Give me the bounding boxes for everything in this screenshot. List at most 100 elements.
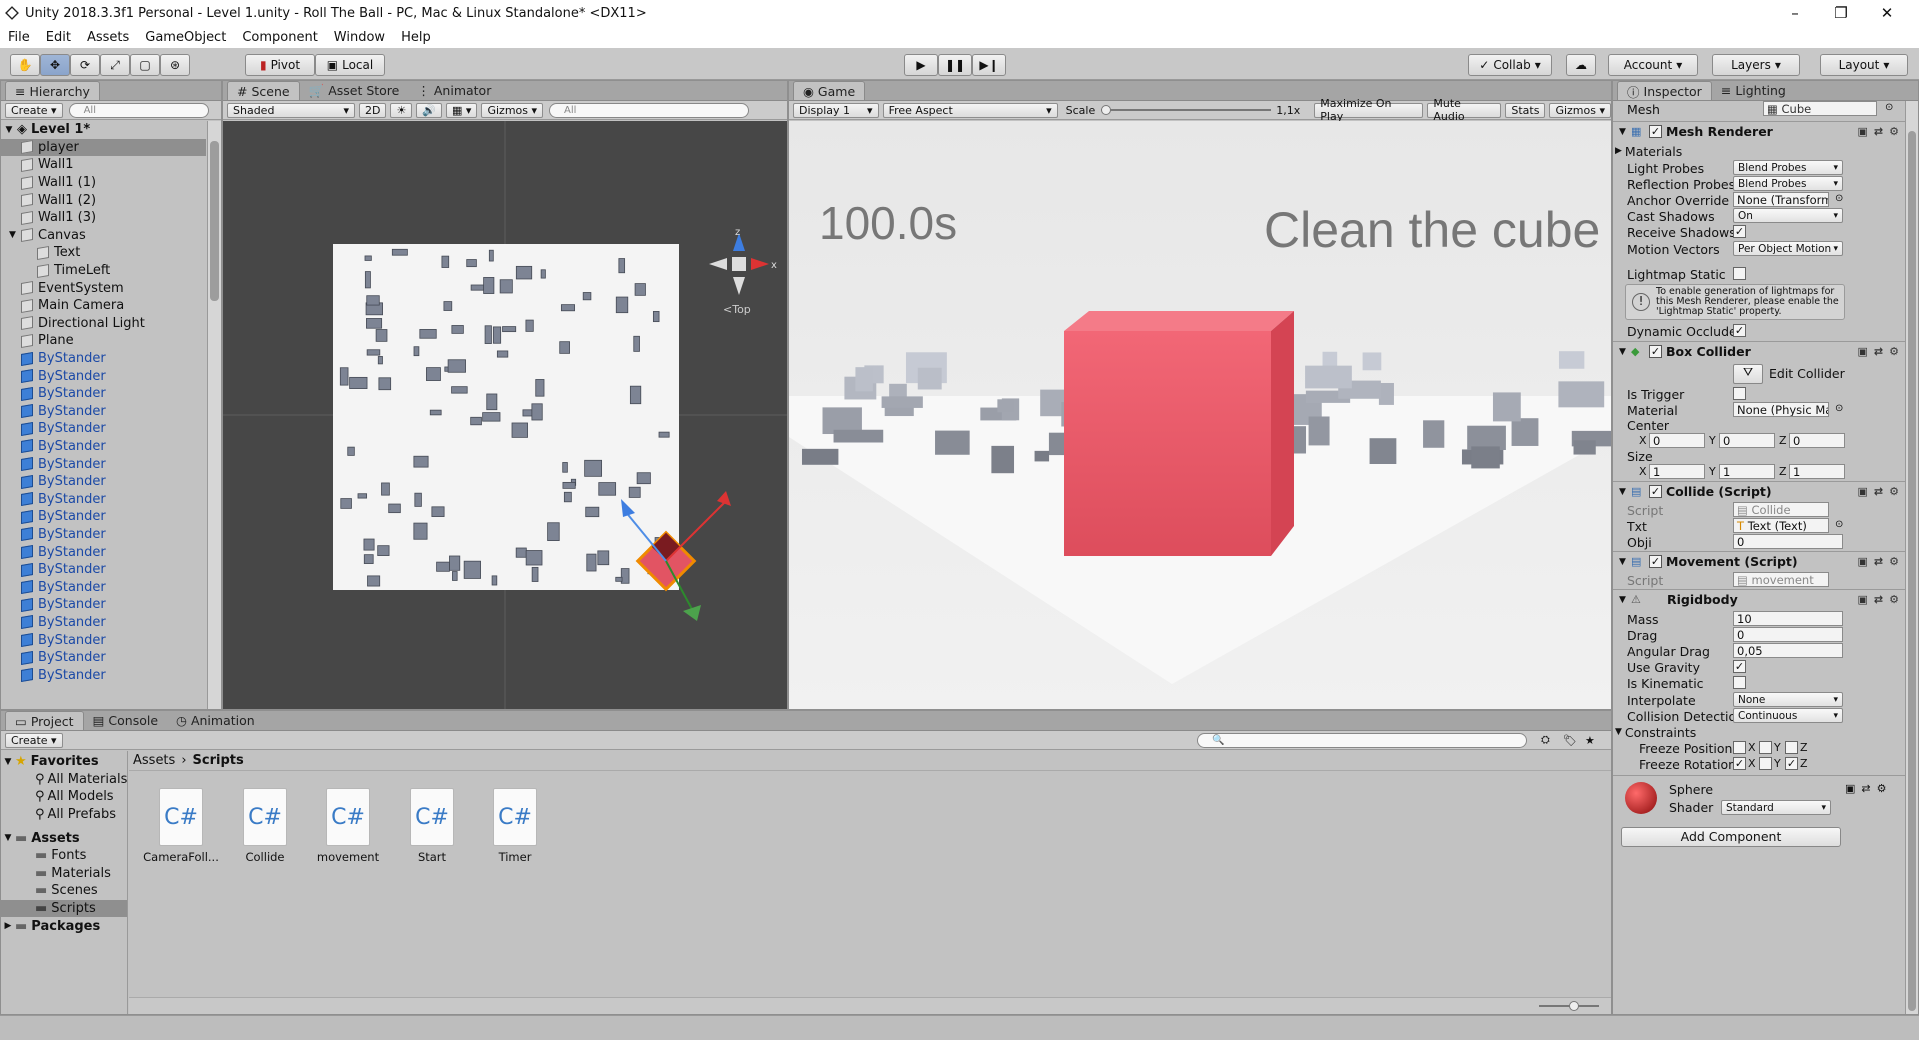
is-kinematic-checkbox[interactable]: [1733, 676, 1746, 689]
game-view[interactable]: 100.0s Clean the cube: [789, 121, 1611, 709]
scrollbar-thumb[interactable]: [1908, 131, 1916, 1011]
step-button[interactable]: ▶❙: [972, 54, 1006, 76]
scale-slider-thumb[interactable]: [1101, 105, 1112, 115]
help-icon[interactable]: ▣: [1858, 125, 1868, 138]
hierarchy-item[interactable]: ByStander: [1, 473, 206, 491]
help-icon[interactable]: ▣: [1858, 593, 1868, 606]
preset-icon[interactable]: ⇄: [1874, 345, 1883, 358]
project-create-dropdown[interactable]: Create ▾: [5, 732, 63, 748]
object-picker-icon[interactable]: ⊙: [1885, 102, 1893, 113]
mesh-field[interactable]: ▦ Cube: [1763, 101, 1877, 116]
hierarchy-item[interactable]: ByStander: [1, 649, 206, 667]
freeze-pos-y-checkbox[interactable]: [1759, 741, 1772, 754]
hierarchy-item[interactable]: Main Camera: [1, 297, 206, 315]
expand-triangle-icon[interactable]: ▼: [1, 125, 17, 135]
size-z-field[interactable]: 1: [1789, 464, 1845, 479]
help-icon[interactable]: ▣: [1858, 555, 1868, 568]
hierarchy-item[interactable]: Plane: [1, 332, 206, 350]
tab-hierarchy[interactable]: ≡ Hierarchy: [5, 81, 100, 100]
settings-gear-icon[interactable]: ⚙: [1889, 345, 1899, 358]
hierarchy-item[interactable]: Wall1: [1, 156, 206, 174]
game-gizmos-dropdown[interactable]: Gizmos ▾: [1549, 102, 1611, 118]
tab-lighting[interactable]: ≡ Lighting: [1712, 81, 1795, 100]
hierarchy-create-dropdown[interactable]: Create ▾: [5, 102, 63, 118]
hierarchy-item[interactable]: Wall1 (3): [1, 209, 206, 227]
collapse-triangle-icon[interactable]: ▼: [1619, 557, 1631, 567]
freeze-rot-x-checkbox[interactable]: ✓: [1733, 757, 1746, 770]
collapse-triangle-icon[interactable]: ▼: [1619, 595, 1631, 605]
hierarchy-item[interactable]: ByStander: [1, 438, 206, 456]
layout-dropdown[interactable]: Layout ▾: [1820, 54, 1908, 76]
scene-viewport[interactable]: z x <Top: [223, 121, 787, 709]
menu-window[interactable]: Window: [326, 30, 393, 45]
audio-toggle-icon[interactable]: 🔊: [416, 102, 443, 118]
is-trigger-checkbox[interactable]: [1733, 387, 1746, 400]
favorites-node[interactable]: ▼ ★ Favorites: [1, 753, 127, 771]
movement-enabled-checkbox[interactable]: ✓: [1649, 555, 1662, 568]
minimize-button[interactable]: –: [1772, 0, 1818, 26]
csharp-file-icon[interactable]: C#: [410, 788, 454, 846]
hierarchy-item[interactable]: TimeLeft: [1, 262, 206, 280]
menu-help[interactable]: Help: [393, 30, 439, 45]
move-tool-icon[interactable]: ✥: [40, 54, 70, 76]
menu-assets[interactable]: Assets: [79, 30, 137, 45]
freeze-rot-y-checkbox[interactable]: [1759, 757, 1772, 770]
scale-slider[interactable]: [1101, 105, 1272, 115]
hierarchy-item[interactable]: Directional Light: [1, 315, 206, 333]
shader-dropdown[interactable]: Standard: [1721, 800, 1831, 815]
cast-shadows-dropdown[interactable]: On: [1733, 208, 1843, 223]
tab-animation[interactable]: ◷ Animation: [167, 711, 264, 730]
help-icon[interactable]: ▣: [1858, 345, 1868, 358]
hierarchy-item[interactable]: ByStander: [1, 455, 206, 473]
pivot-toggle[interactable]: ▮ Pivot: [245, 54, 315, 76]
expand-triangle-icon[interactable]: ▼: [9, 230, 21, 240]
materials-foldout[interactable]: ▶ Materials: [1615, 143, 1682, 159]
lighting-toggle-icon[interactable]: ☀: [390, 102, 413, 118]
settings-gear-icon[interactable]: ⚙: [1877, 782, 1887, 795]
preset-icon[interactable]: ⇄: [1874, 125, 1883, 138]
account-dropdown[interactable]: Account ▾: [1608, 54, 1698, 76]
favorite-all-prefabs[interactable]: ⚲ All Prefabs: [1, 806, 127, 824]
preset-icon[interactable]: ⇄: [1874, 593, 1883, 606]
collapse-triangle-icon[interactable]: ▼: [1619, 127, 1631, 137]
mesh-renderer-header[interactable]: ▼ ▦ ✓ Mesh Renderer ▣ ⇄ ⚙: [1613, 121, 1905, 141]
preset-icon[interactable]: ⇄: [1874, 555, 1883, 568]
settings-gear-icon[interactable]: ⚙: [1889, 485, 1899, 498]
collide-script-header[interactable]: ▼ ▤ ✓ Collide (Script) ▣ ⇄ ⚙: [1613, 481, 1905, 501]
layers-dropdown[interactable]: Layers ▾: [1712, 54, 1800, 76]
help-icon[interactable]: ▣: [1858, 485, 1868, 498]
breadcrumb-assets[interactable]: Assets: [133, 753, 175, 768]
txt-field[interactable]: T Text (Text): [1733, 518, 1829, 533]
hierarchy-item[interactable]: EventSystem: [1, 279, 206, 297]
tab-project[interactable]: ▭ Project: [5, 711, 84, 730]
pause-button[interactable]: ❚❚: [938, 54, 972, 76]
collapse-triangle-icon[interactable]: ▼: [1619, 347, 1631, 357]
collab-dropdown[interactable]: ✓ Collab ▾: [1468, 54, 1552, 76]
folder-scripts[interactable]: ▬ Scripts: [1, 899, 127, 918]
menu-file[interactable]: File: [0, 30, 38, 45]
filter-label-icon[interactable]: 🏷: [1563, 734, 1577, 747]
size-y-field[interactable]: 1: [1719, 464, 1775, 479]
file-name[interactable]: movement: [303, 850, 393, 864]
collapse-triangle-icon[interactable]: ▼: [1619, 487, 1631, 497]
size-x-field[interactable]: 1: [1649, 464, 1705, 479]
center-y-field[interactable]: 0: [1719, 433, 1775, 448]
settings-gear-icon[interactable]: ⚙: [1889, 593, 1899, 606]
hierarchy-item[interactable]: Wall1 (1): [1, 174, 206, 192]
file-name[interactable]: Start: [387, 850, 477, 864]
folder-fonts[interactable]: ▬ Fonts: [1, 847, 127, 865]
tab-inspector[interactable]: ⓘ Inspector: [1617, 81, 1712, 100]
collision-detection-dropdown[interactable]: Continuous: [1733, 708, 1843, 723]
breadcrumb-scripts[interactable]: Scripts: [193, 753, 244, 768]
scene-root[interactable]: ▼ ◈ Level 1*: [1, 121, 206, 139]
file-name[interactable]: Timer: [470, 850, 560, 864]
hierarchy-search-input[interactable]: All: [68, 102, 209, 118]
hierarchy-scrollbar[interactable]: [207, 121, 221, 709]
movement-script-header[interactable]: ▼ ▤ ✓ Movement (Script) ▣ ⇄ ⚙: [1613, 551, 1905, 571]
rotate-tool-icon[interactable]: ⟳: [70, 54, 100, 76]
favorite-all-models[interactable]: ⚲ All Models: [1, 788, 127, 806]
scale-tool-icon[interactable]: ⤢: [100, 54, 130, 76]
inspector-scrollbar[interactable]: [1905, 101, 1918, 1014]
dynamic-occluded-checkbox[interactable]: ✓: [1733, 324, 1746, 337]
favorite-all-materials[interactable]: ⚲ All Materials: [1, 771, 127, 789]
